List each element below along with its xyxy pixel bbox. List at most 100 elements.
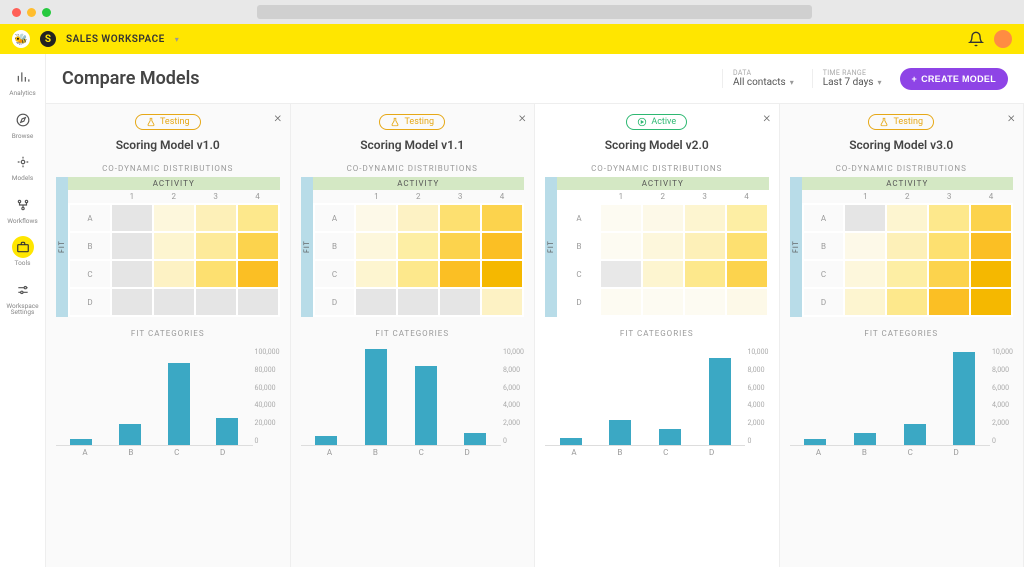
heatmap-cell[interactable] <box>642 232 684 260</box>
bar[interactable] <box>70 439 92 445</box>
heatmap-cell[interactable] <box>439 288 481 316</box>
bar[interactable] <box>953 352 975 445</box>
heatmap-cell[interactable] <box>355 204 397 232</box>
heatmap-cell[interactable] <box>153 288 195 316</box>
heatmap-cell[interactable] <box>600 288 642 316</box>
heatmap-cell[interactable] <box>111 204 153 232</box>
heatmap-cell[interactable] <box>111 288 153 316</box>
window-min-dot[interactable] <box>27 8 36 17</box>
bar[interactable] <box>216 418 238 445</box>
heatmap-cell[interactable] <box>886 232 928 260</box>
create-model-button[interactable]: +CREATE MODEL <box>900 68 1009 90</box>
bar[interactable] <box>804 439 826 445</box>
heatmap-cell[interactable] <box>355 288 397 316</box>
window-max-dot[interactable] <box>42 8 51 17</box>
app-logo[interactable]: 🐝 <box>12 30 30 48</box>
heatmap-cell[interactable] <box>439 260 481 288</box>
heatmap-cell[interactable] <box>642 260 684 288</box>
bar[interactable] <box>464 433 486 445</box>
heatmap-cell[interactable] <box>481 260 523 288</box>
sidebar-item-browse[interactable]: Browse <box>4 105 42 144</box>
heatmap-cell[interactable] <box>928 260 970 288</box>
heatmap-cell[interactable] <box>928 288 970 316</box>
heatmap-cell[interactable] <box>642 204 684 232</box>
heatmap-cell[interactable] <box>684 288 726 316</box>
heatmap-cell[interactable] <box>844 260 886 288</box>
workspace-name[interactable]: SALES WORKSPACE <box>66 34 165 45</box>
bell-icon[interactable] <box>968 31 984 47</box>
bar[interactable] <box>854 433 876 445</box>
bar[interactable] <box>560 438 582 445</box>
url-bar[interactable] <box>257 5 812 19</box>
heatmap-cell[interactable] <box>195 260 237 288</box>
time-range-filter[interactable]: TIME RANGE Last 7 days▾ <box>812 69 892 88</box>
close-icon[interactable]: × <box>763 110 770 126</box>
sidebar-item-tools[interactable]: Tools <box>4 232 42 271</box>
heatmap-cell[interactable] <box>600 204 642 232</box>
heatmap-cell[interactable] <box>970 232 1012 260</box>
heatmap-cell[interactable] <box>726 204 768 232</box>
heatmap-cell[interactable] <box>726 232 768 260</box>
close-icon[interactable]: × <box>1008 110 1015 126</box>
bar[interactable] <box>168 363 190 445</box>
heatmap-cell[interactable] <box>481 232 523 260</box>
bar[interactable] <box>315 436 337 445</box>
bar[interactable] <box>609 420 631 445</box>
heatmap-cell[interactable] <box>684 204 726 232</box>
heatmap-cell[interactable] <box>684 232 726 260</box>
heatmap-cell[interactable] <box>355 232 397 260</box>
sidebar-item-analytics[interactable]: Analytics <box>4 62 42 101</box>
heatmap-cell[interactable] <box>726 260 768 288</box>
bar[interactable] <box>119 424 141 445</box>
heatmap-cell[interactable] <box>153 204 195 232</box>
heatmap-cell[interactable] <box>844 204 886 232</box>
sidebar-item-models[interactable]: Models <box>4 147 42 186</box>
heatmap-cell[interactable] <box>886 288 928 316</box>
heatmap-cell[interactable] <box>237 232 279 260</box>
heatmap-cell[interactable] <box>928 232 970 260</box>
heatmap-cell[interactable] <box>237 260 279 288</box>
window-close-dot[interactable] <box>12 8 21 17</box>
heatmap-cell[interactable] <box>397 260 439 288</box>
heatmap-cell[interactable] <box>886 260 928 288</box>
heatmap-cell[interactable] <box>970 288 1012 316</box>
bar[interactable] <box>365 349 387 445</box>
heatmap-cell[interactable] <box>481 204 523 232</box>
heatmap-cell[interactable] <box>237 204 279 232</box>
heatmap-cell[interactable] <box>397 204 439 232</box>
heatmap-cell[interactable] <box>111 260 153 288</box>
avatar[interactable] <box>994 30 1012 48</box>
bar[interactable] <box>415 366 437 445</box>
heatmap-cell[interactable] <box>237 288 279 316</box>
heatmap-cell[interactable] <box>642 288 684 316</box>
heatmap-cell[interactable] <box>111 232 153 260</box>
sidebar-item-workflows[interactable]: Workflows <box>4 190 42 229</box>
heatmap-cell[interactable] <box>844 232 886 260</box>
heatmap-cell[interactable] <box>195 232 237 260</box>
heatmap-cell[interactable] <box>928 204 970 232</box>
bar[interactable] <box>659 429 681 445</box>
heatmap-cell[interactable] <box>397 288 439 316</box>
bar[interactable] <box>904 424 926 445</box>
heatmap-cell[interactable] <box>844 288 886 316</box>
heatmap-cell[interactable] <box>600 260 642 288</box>
heatmap-cell[interactable] <box>726 288 768 316</box>
data-filter[interactable]: DATA All contacts▾ <box>722 69 804 88</box>
heatmap-cell[interactable] <box>153 232 195 260</box>
heatmap-cell[interactable] <box>970 204 1012 232</box>
close-icon[interactable]: × <box>274 110 281 126</box>
heatmap-cell[interactable] <box>600 232 642 260</box>
chevron-down-icon[interactable]: ▾ <box>175 35 179 44</box>
sidebar-item-settings[interactable]: Workspace Settings <box>4 275 42 320</box>
heatmap-cell[interactable] <box>684 260 726 288</box>
heatmap-cell[interactable] <box>439 204 481 232</box>
heatmap-cell[interactable] <box>886 204 928 232</box>
heatmap-cell[interactable] <box>481 288 523 316</box>
heatmap-cell[interactable] <box>195 204 237 232</box>
heatmap-cell[interactable] <box>355 260 397 288</box>
bar[interactable] <box>709 358 731 445</box>
heatmap-cell[interactable] <box>153 260 195 288</box>
close-icon[interactable]: × <box>519 110 526 126</box>
heatmap-cell[interactable] <box>195 288 237 316</box>
heatmap-cell[interactable] <box>970 260 1012 288</box>
